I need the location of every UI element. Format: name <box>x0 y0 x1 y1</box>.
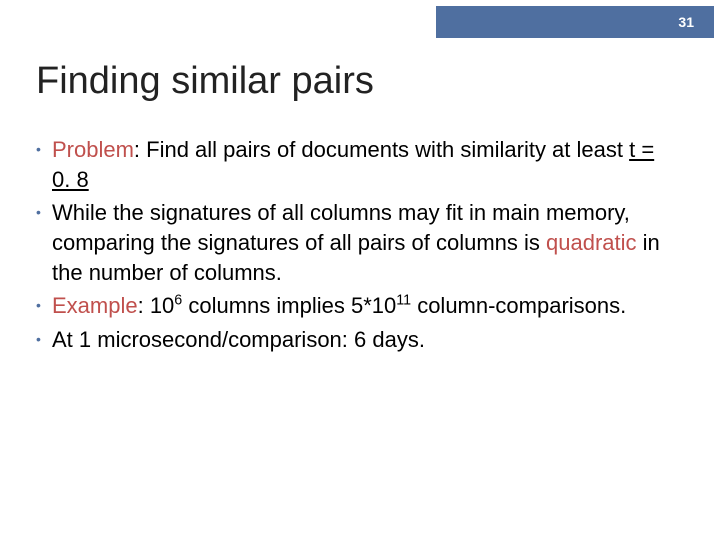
bullet-3-mid: columns implies 5*10 <box>182 293 396 318</box>
bullet-2-quadratic: quadratic <box>546 230 637 255</box>
bullet-2-pre: While the signatures of all columns may … <box>52 200 630 255</box>
bullet-1: Problem: Find all pairs of documents wit… <box>36 135 676 194</box>
slide: 31 Finding similar pairs Problem: Find a… <box>0 0 720 540</box>
bullet-3-post: column-comparisons. <box>411 293 626 318</box>
slide-body: Problem: Find all pairs of documents wit… <box>36 135 676 359</box>
bullet-3-pre: : 10 <box>138 293 175 318</box>
header-bar: 31 <box>436 6 714 38</box>
slide-title: Finding similar pairs <box>36 60 374 103</box>
bullet-2: While the signatures of all columns may … <box>36 198 676 287</box>
bullet-list: Problem: Find all pairs of documents wit… <box>36 135 676 355</box>
bullet-1-problem: Problem <box>52 137 134 162</box>
slide-number: 31 <box>678 14 694 30</box>
bullet-4: At 1 microsecond/comparison: 6 days. <box>36 325 676 355</box>
bullet-3-exp2: 11 <box>396 293 411 309</box>
bullet-1-mid: : Find all pairs of documents with simil… <box>134 137 629 162</box>
bullet-4-text: At 1 microsecond/comparison: 6 days. <box>52 327 425 352</box>
bullet-3-example: Example <box>52 293 138 318</box>
bullet-3: Example: 106 columns implies 5*1011 colu… <box>36 291 676 321</box>
